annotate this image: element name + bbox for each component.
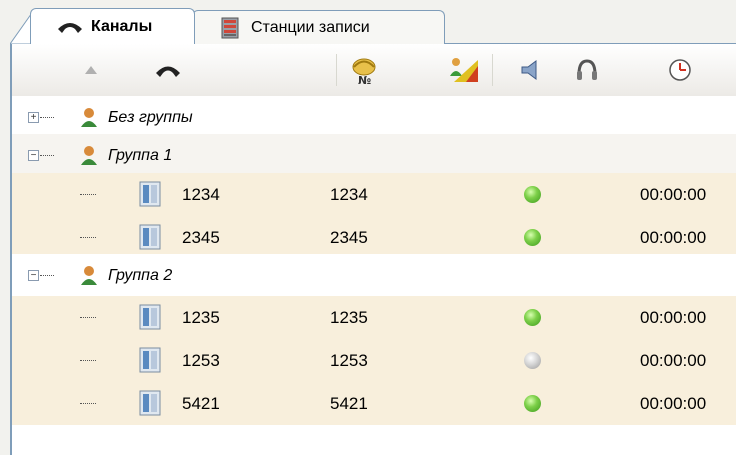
phone-handset-icon[interactable] <box>146 52 190 88</box>
channel-time: 00:00:00 <box>640 350 707 370</box>
channel-number: 1234 <box>182 184 220 204</box>
channel-number: 1235 <box>182 307 220 327</box>
tab-channels-label: Каналы <box>91 17 153 35</box>
signal-level-icon[interactable] <box>442 52 486 88</box>
tree-line <box>80 317 96 318</box>
recording-station-icon <box>215 17 245 39</box>
clock-icon[interactable] <box>660 52 700 88</box>
column-separator <box>336 54 337 86</box>
tree-line <box>80 194 96 195</box>
status-indicator-active <box>524 309 541 326</box>
channel-time: 00:00:00 <box>640 307 707 327</box>
group-row[interactable]: + Без группы <box>12 96 736 139</box>
phone-handset-icon <box>55 16 85 38</box>
user-group-icon <box>81 266 97 285</box>
tab-recording-stations-label: Станции записи <box>251 18 370 36</box>
headphones-icon[interactable] <box>567 52 607 88</box>
group-label: Группа 1 <box>108 146 173 164</box>
channel-number: 1253 <box>182 350 220 370</box>
group-label: Без группы <box>108 108 193 126</box>
tree-line <box>40 275 54 276</box>
channel-row[interactable]: 5421 5421 00:00:00 <box>12 382 736 425</box>
collapse-toggle[interactable]: − <box>28 150 39 161</box>
channel-time: 00:00:00 <box>640 184 707 204</box>
expand-toggle[interactable]: + <box>28 112 39 123</box>
group-row[interactable]: − Группа 1 <box>12 134 736 177</box>
channel-row[interactable]: 1234 1234 00:00:00 <box>12 173 736 216</box>
channel-number: 2345 <box>182 227 220 247</box>
tab-recording-stations[interactable]: Станции записи <box>192 10 445 44</box>
channel-time: 00:00:00 <box>640 227 707 247</box>
channel-time: 00:00:00 <box>640 393 707 413</box>
column-header: № <box>12 44 736 97</box>
channel-id: 1235 <box>330 307 368 327</box>
collapse-toggle[interactable]: − <box>28 270 39 281</box>
tree-line <box>80 403 96 404</box>
tab-channels[interactable]: Каналы <box>30 8 195 44</box>
status-indicator-inactive <box>524 352 541 369</box>
tree-line <box>80 237 96 238</box>
speaker-icon[interactable] <box>512 52 552 88</box>
channel-id: 1253 <box>330 350 368 370</box>
sort-ascending-icon[interactable] <box>76 52 106 88</box>
status-indicator-active <box>524 186 541 203</box>
desk-phone-icon <box>139 224 161 250</box>
tree-line <box>40 117 54 118</box>
channel-id: 5421 <box>330 393 368 413</box>
channel-id: 1234 <box>330 184 368 204</box>
svg-text:№: № <box>358 74 371 86</box>
desk-phone-icon <box>139 390 161 416</box>
desk-phone-icon <box>139 347 161 373</box>
channel-id: 2345 <box>330 227 368 247</box>
status-indicator-active <box>524 395 541 412</box>
user-group-icon <box>81 108 97 127</box>
tab-bar: Каналы Станции записи <box>0 0 736 44</box>
number-phone-icon[interactable]: № <box>338 52 390 88</box>
channel-row[interactable]: 1235 1235 00:00:00 <box>12 296 736 339</box>
status-indicator-active <box>524 229 541 246</box>
channel-row[interactable]: 1253 1253 00:00:00 <box>12 339 736 382</box>
channel-number: 5421 <box>182 393 220 413</box>
group-row[interactable]: − Группа 2 <box>12 254 736 297</box>
channel-row[interactable]: 2345 2345 00:00:00 <box>12 216 736 259</box>
group-label: Группа 2 <box>108 266 173 284</box>
tree-line <box>40 155 54 156</box>
column-separator <box>492 54 493 86</box>
channels-panel: № + Без группы − Группа 1 1234 1234 00:0… <box>10 43 736 455</box>
desk-phone-icon <box>139 304 161 330</box>
desk-phone-icon <box>139 181 161 207</box>
user-group-icon <box>81 146 97 165</box>
tree-line <box>80 360 96 361</box>
